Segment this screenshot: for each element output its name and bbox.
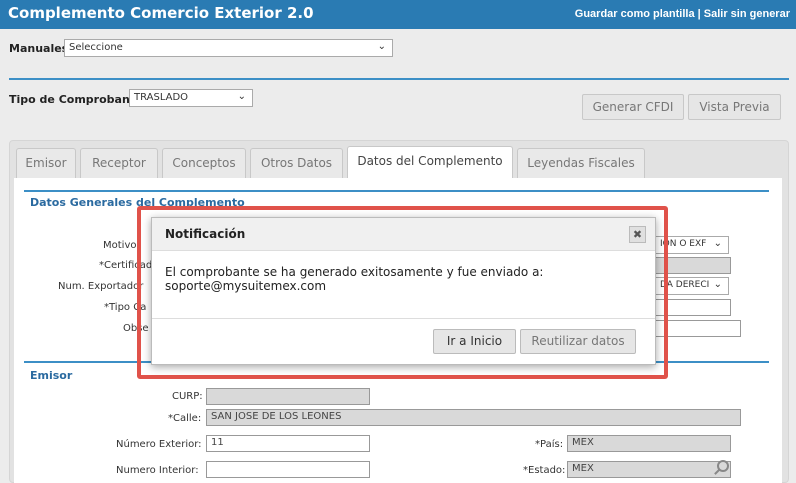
dialog-email: soporte@mysuitemex.com	[165, 279, 327, 293]
chevron-down-icon: ⌄	[713, 238, 722, 249]
dialog-message-line: El comprobante se ha generado exitosamen…	[165, 265, 544, 279]
app-title: Complemento Comercio Exterior 2.0	[8, 4, 314, 22]
tab-datos-complemento[interactable]: Datos del Complemento	[347, 146, 513, 178]
motivo-label: Motivo	[103, 240, 137, 251]
estado-field[interactable]: MEX	[567, 461, 731, 478]
notification-dialog: Notificación ✖ El comprobante se ha gene…	[151, 217, 656, 365]
manuales-select-value: Seleccione	[69, 42, 123, 53]
tipo-comprobante-select[interactable]: TRASLADO ⌄	[129, 89, 253, 107]
curp-label: CURP:	[172, 391, 203, 402]
tipo-comprobante-label: Tipo de Comprobante:	[9, 93, 147, 106]
section-title-emisor: Emisor	[30, 369, 73, 382]
exit-without-generating-link[interactable]: Salir sin generar	[704, 8, 790, 20]
tab-leyendas-fiscales[interactable]: Leyendas Fiscales	[517, 148, 645, 178]
dialog-header: Notificación ✖	[152, 218, 655, 251]
curp-field[interactable]	[206, 388, 370, 405]
close-icon[interactable]: ✖	[629, 226, 646, 243]
pais-field[interactable]: MEX	[567, 435, 731, 452]
save-template-link[interactable]: Guardar como plantilla	[575, 8, 695, 20]
tab-conceptos[interactable]: Conceptos	[162, 148, 246, 178]
search-icon[interactable]	[717, 460, 729, 472]
manuales-select[interactable]: Seleccione ⌄	[64, 39, 393, 57]
num-interior-label: Numero Interior:	[116, 465, 199, 476]
estado-label: *Estado:	[523, 465, 566, 476]
num-exterior-label: Número Exterior:	[116, 439, 202, 450]
dialog-message: El comprobante se ha generado exitosamen…	[165, 265, 635, 293]
chevron-down-icon: ⌄	[237, 91, 246, 102]
tipo-comprobante-value: TRASLADO	[134, 92, 189, 103]
section-divider	[24, 190, 769, 192]
header-separator: |	[697, 8, 701, 20]
preview-button[interactable]: Vista Previa	[688, 94, 781, 120]
tab-otros-datos[interactable]: Otros Datos	[250, 148, 343, 178]
app-header: Complemento Comercio Exterior 2.0 Guarda…	[0, 0, 796, 29]
num-exterior-field[interactable]: 11	[206, 435, 370, 452]
pais-label: *País:	[535, 439, 564, 450]
dialog-divider	[152, 318, 655, 319]
tab-emisor[interactable]: Emisor	[16, 148, 76, 178]
dialog-title: Notificación	[165, 227, 246, 241]
generate-cfdi-button[interactable]: Generar CFDI	[582, 94, 684, 120]
calle-label: *Calle:	[168, 413, 202, 424]
header-links: Guardar como plantilla | Salir sin gener…	[575, 8, 790, 20]
chevron-down-icon: ⌄	[713, 279, 722, 290]
calle-field[interactable]: SAN JOSE DE LOS LEONES	[206, 409, 741, 426]
go-home-button[interactable]: Ir a Inicio	[433, 329, 516, 354]
num-interior-field[interactable]	[206, 461, 370, 478]
chevron-down-icon: ⌄	[377, 41, 386, 52]
header-divider	[9, 78, 789, 80]
num-exportador-label: Num. Exportador	[58, 281, 144, 292]
reuse-data-button[interactable]: Reutilizar datos	[520, 329, 636, 354]
tab-receptor[interactable]: Receptor	[80, 148, 158, 178]
